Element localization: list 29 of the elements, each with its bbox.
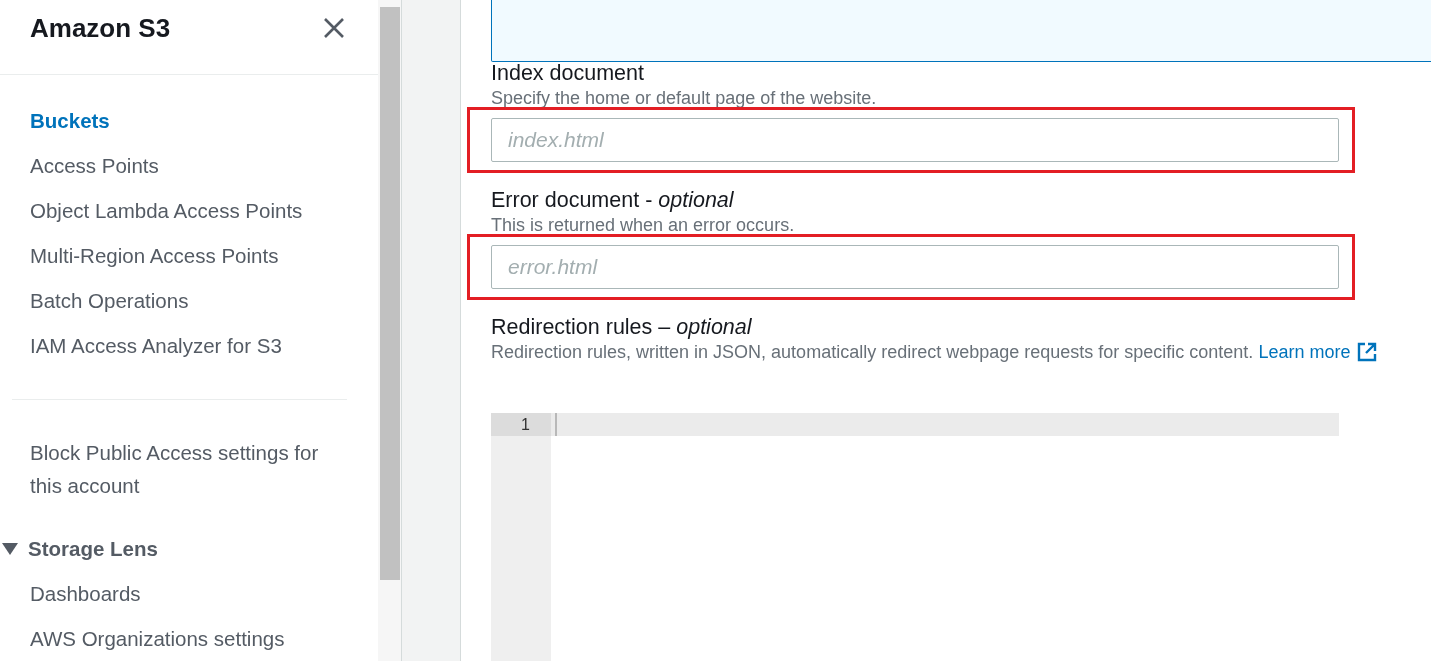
external-link-icon: [1357, 342, 1378, 362]
nav-link[interactable]: Object Lambda Access Points: [30, 197, 303, 224]
field-label: Error document - optional: [491, 189, 734, 211]
field-label: Redirection rules – optional: [491, 316, 752, 338]
section-toggle[interactable]: Storage Lens: [2, 535, 158, 562]
nav-link[interactable]: Buckets: [30, 107, 110, 134]
input-field[interactable]: error.html: [491, 245, 1339, 289]
nav-link[interactable]: Batch Operations: [30, 287, 189, 314]
field-description: Specify the home or default page of the website.: [491, 87, 877, 109]
nav-link[interactable]: Block Public Access settings for this account: [30, 436, 340, 502]
field-description: Redirection rules, written in JSON, automatically redirect webpage requests for specific content. Learn more: [491, 341, 1378, 363]
close-icon: [323, 17, 345, 39]
nav-link[interactable]: Access Points: [30, 152, 159, 179]
nav-link[interactable]: AWS Organizations settings: [30, 625, 285, 652]
nav-link[interactable]: IAM Access Analyzer for S3: [30, 332, 282, 359]
input-field[interactable]: index.html: [491, 118, 1339, 162]
learn-more-link[interactable]: Learn more: [1258, 341, 1378, 363]
nav-link[interactable]: Dashboards: [30, 580, 141, 607]
nav-link[interactable]: Multi-Region Access Points: [30, 242, 279, 269]
scrollbar-thumb[interactable]: [380, 7, 400, 580]
scrollbar[interactable]: [378, 0, 402, 661]
caret-icon: [2, 542, 18, 555]
sidebar-title: Amazon S3: [30, 12, 171, 44]
text-cursor: [555, 413, 557, 436]
field-description: This is returned when an error occurs.: [491, 214, 795, 236]
code-editor[interactable]: 1: [491, 413, 1339, 661]
field-label: Index document: [491, 62, 644, 84]
line-number: 1: [491, 413, 551, 436]
close-button[interactable]: [322, 16, 346, 40]
